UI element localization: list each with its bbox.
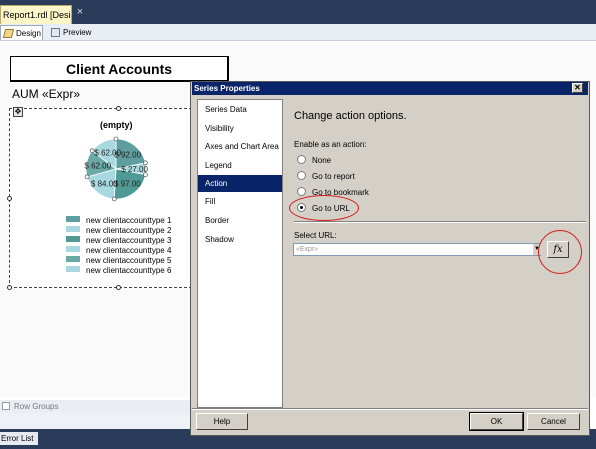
- legend-swatch: [66, 256, 80, 262]
- ok-button[interactable]: OK: [469, 412, 524, 431]
- legend-label: new clientaccounttype 6: [86, 266, 172, 275]
- nav-item-label: Fill: [205, 197, 216, 206]
- page-heading: Change action options.: [294, 110, 407, 122]
- pie-data-label: $ 84.00: [91, 179, 118, 188]
- radio-button[interactable]: [297, 155, 306, 164]
- selection-handle[interactable]: [143, 172, 148, 178]
- footer-separator: [192, 408, 588, 410]
- selection-handle[interactable]: [111, 196, 117, 202]
- radio-none[interactable]: None: [297, 154, 331, 167]
- annotation-circle-fx: [538, 230, 582, 274]
- move-handle-icon[interactable]: ✥: [13, 107, 23, 117]
- legend-label: new clientaccounttype 4: [86, 246, 172, 255]
- nav-item-fill[interactable]: Fill: [198, 193, 282, 210]
- resize-handle[interactable]: [116, 106, 121, 111]
- aum-textbox[interactable]: AUM «Expr»: [12, 87, 80, 101]
- resize-handle[interactable]: [116, 285, 121, 290]
- selection-handle[interactable]: [84, 174, 90, 180]
- legend-label: new clientaccounttype 2: [86, 226, 172, 235]
- annotation-circle-go-to-url: [289, 195, 359, 221]
- separator: [294, 221, 586, 223]
- legend-swatch: [66, 266, 80, 272]
- tab-preview[interactable]: Preview: [48, 25, 94, 40]
- legend-swatch: [66, 246, 80, 252]
- nav-item-label: Legend: [205, 161, 232, 170]
- legend-entry: new clientaccounttype 4: [66, 246, 171, 256]
- dialog-close-button[interactable]: ✕: [572, 83, 583, 93]
- row-groups-icon: [2, 402, 10, 410]
- legend-swatch: [66, 216, 80, 222]
- tab-preview-label: Preview: [63, 28, 92, 37]
- legend-entry: new clientaccounttype 2: [66, 226, 171, 236]
- error-list-tab[interactable]: Error List: [0, 432, 38, 445]
- pie-data-label: $ 62.00: [94, 148, 121, 157]
- pie-data-label: $ 27.00: [121, 165, 148, 174]
- nav-item-action[interactable]: Action: [198, 175, 282, 192]
- legend-entry: new clientaccounttype 3: [66, 236, 171, 246]
- legend-entry: new clientaccounttype 5: [66, 256, 171, 266]
- radio-label: Go to report: [312, 172, 355, 181]
- legend-entry: new clientaccounttype 6: [66, 266, 171, 276]
- nav-item-axes-and-chart-area[interactable]: Axes and Chart Area: [198, 138, 282, 155]
- tab-design[interactable]: Design: [0, 25, 43, 40]
- nav-item-label: Border: [205, 216, 230, 225]
- nav-item-label: Series Data: [205, 105, 247, 114]
- radio-button[interactable]: [297, 171, 306, 180]
- nav-item-label: Visibility: [205, 124, 234, 133]
- nav-item-label: Axes and Chart Area: [205, 142, 279, 151]
- nav-item-series-data[interactable]: Series Data: [198, 101, 282, 118]
- radio-label: None: [312, 156, 332, 165]
- selection-handle[interactable]: [113, 136, 119, 142]
- row-groups-pane: Row Groups: [0, 400, 190, 413]
- resize-handle[interactable]: [7, 196, 12, 201]
- nav-item-visibility[interactable]: Visibility: [198, 120, 282, 137]
- enable-action-label: Enable as an action:: [294, 140, 367, 149]
- report-title-textbox[interactable]: Client Accounts: [10, 56, 229, 82]
- dialog-title: Series Properties: [194, 84, 260, 93]
- title-bar: [0, 0, 596, 24]
- chart-title: (empty): [100, 120, 133, 130]
- url-input[interactable]: «Expr»: [293, 243, 541, 256]
- close-tab-icon[interactable]: ×: [74, 6, 86, 18]
- help-button[interactable]: Help: [196, 413, 248, 430]
- legend-label: new clientaccounttype 5: [86, 256, 172, 265]
- preview-icon: [51, 28, 60, 37]
- nav-item-shadow[interactable]: Shadow: [198, 231, 282, 248]
- legend-swatch: [66, 236, 80, 242]
- tab-design-label: Design: [16, 29, 41, 38]
- nav-item-border[interactable]: Border: [198, 212, 282, 229]
- row-groups-label: Row Groups: [14, 402, 59, 411]
- pie-chart[interactable]: $ 92.00$ 27.00$ 97.00$ 84.00$ 62.00$ 62.…: [74, 134, 158, 204]
- design-icon: [2, 29, 15, 38]
- nav-item-label: Action: [205, 179, 228, 188]
- pie-data-label: $ 97.00: [114, 180, 141, 189]
- nav-item-label: Shadow: [205, 235, 234, 244]
- document-tab[interactable]: Report1.rdl [Design]: [0, 5, 72, 24]
- legend-entry: new clientaccounttype 1: [66, 216, 171, 226]
- radio-button[interactable]: [297, 187, 306, 196]
- nav-item-legend[interactable]: Legend: [198, 157, 282, 174]
- grouping-pane: [0, 413, 190, 429]
- resize-handle[interactable]: [7, 285, 12, 290]
- legend-label: new clientaccounttype 3: [86, 236, 172, 245]
- radio-go-to-report[interactable]: Go to report: [297, 170, 355, 183]
- legend-swatch: [66, 226, 80, 232]
- cancel-button[interactable]: Cancel: [527, 413, 580, 430]
- pie-data-label: $ 62.00: [84, 161, 111, 170]
- select-url-label: Select URL:: [294, 231, 337, 240]
- legend-label: new clientaccounttype 1: [86, 216, 172, 225]
